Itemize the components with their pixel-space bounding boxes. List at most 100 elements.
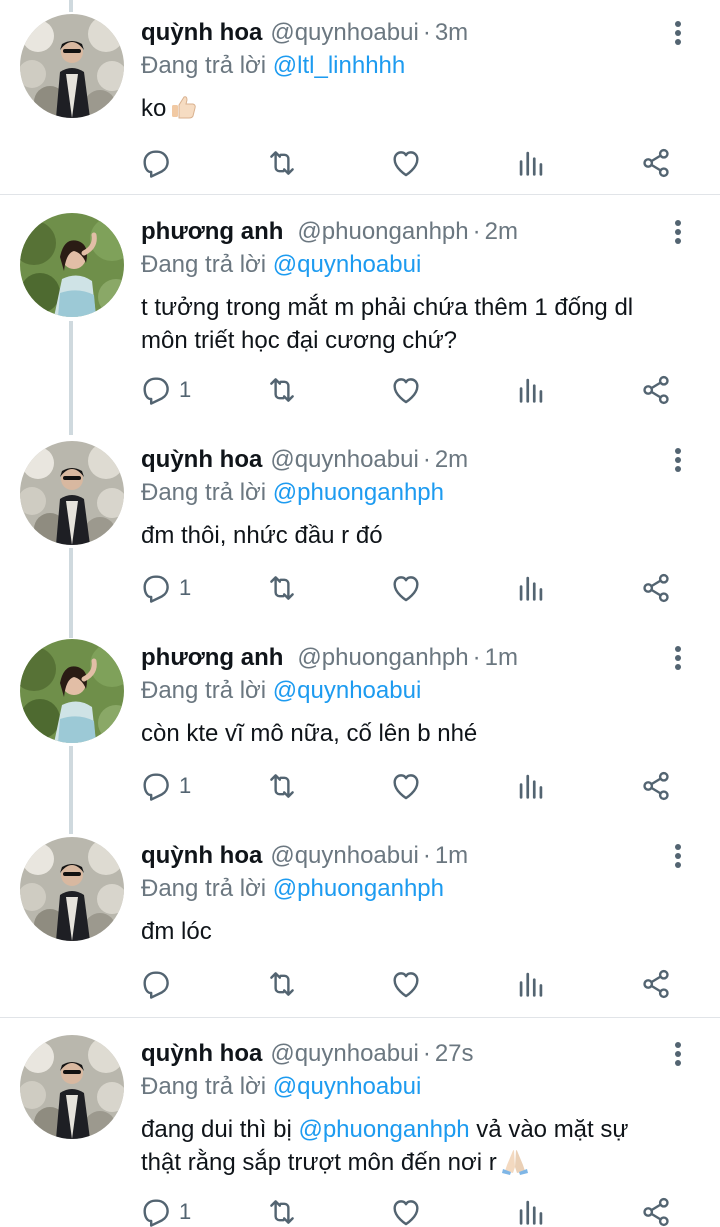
retweet-icon xyxy=(265,769,299,803)
avatar[interactable] xyxy=(20,1035,124,1139)
analytics-icon xyxy=(514,571,548,605)
timestamp[interactable]: 2m xyxy=(485,218,518,245)
like-button[interactable] xyxy=(389,766,423,806)
display-name[interactable]: quỳnh hoa xyxy=(141,446,262,473)
avatar[interactable] xyxy=(20,441,124,545)
replying-to-label: Đang trả lời xyxy=(141,251,267,278)
like-button[interactable] xyxy=(389,143,423,183)
share-button[interactable] xyxy=(639,964,673,1004)
share-button[interactable] xyxy=(639,1192,673,1227)
reply-button[interactable] xyxy=(139,964,179,1004)
display-name[interactable]: quỳnh hoa xyxy=(141,1040,262,1067)
more-options-icon[interactable] xyxy=(668,1039,688,1069)
avatar[interactable] xyxy=(20,837,124,941)
mention-link[interactable]: @phuonganhph xyxy=(298,1116,469,1143)
views-button[interactable] xyxy=(514,143,548,183)
more-options-icon[interactable] xyxy=(668,217,688,247)
reply-button[interactable]: 1 xyxy=(139,568,191,608)
thumbs-up-icon xyxy=(170,93,198,121)
views-button[interactable] xyxy=(514,964,548,1004)
mention-link[interactable]: @ltl_linhhhh xyxy=(273,52,405,79)
more-options-icon[interactable] xyxy=(668,18,688,48)
reply-icon xyxy=(139,146,173,180)
user-handle[interactable]: @phuonganhph xyxy=(297,218,468,245)
share-icon xyxy=(639,373,673,407)
retweet-button[interactable] xyxy=(265,766,299,806)
analytics-icon xyxy=(514,373,548,407)
reply-button[interactable]: 1 xyxy=(139,766,191,806)
more-options-icon[interactable] xyxy=(668,841,688,871)
timestamp[interactable]: 2m xyxy=(435,446,468,473)
more-options-icon[interactable] xyxy=(668,445,688,475)
user-handle[interactable]: @phuonganhph xyxy=(297,644,468,671)
like-button[interactable] xyxy=(389,370,423,410)
user-handle[interactable]: @quynhoabui xyxy=(270,446,418,473)
display-name[interactable]: phương anh xyxy=(141,644,283,671)
action-bar: 1 xyxy=(0,370,720,410)
tweet-text: t tưởng trong mắt m phải chứa thêm 1 đốn… xyxy=(141,294,634,354)
tweet-text: đang dui thì bị @phuonganhph vả vào mặt … xyxy=(141,1113,671,1179)
more-options-icon[interactable] xyxy=(668,643,688,673)
tweet[interactable]: quỳnh hoa @quynhoabui · 2m Đang trả lời @ph… xyxy=(0,427,720,627)
display-name[interactable]: phương anh xyxy=(141,218,283,245)
reply-button[interactable] xyxy=(139,143,179,183)
mention-link[interactable]: @quynhoabui xyxy=(273,1073,421,1100)
retweet-icon xyxy=(265,967,299,1001)
mention-link[interactable]: @quynhoabui xyxy=(273,251,421,278)
mention-link[interactable]: @phuonganhph xyxy=(273,875,444,902)
retweet-button[interactable] xyxy=(265,964,299,1004)
user-handle[interactable]: @quynhoabui xyxy=(270,842,418,869)
retweet-icon xyxy=(265,146,299,180)
avatar[interactable] xyxy=(20,213,124,317)
reply-icon xyxy=(139,769,173,803)
tweet[interactable]: phương anh @phuonganhph · 1m Đang trả lời @… xyxy=(0,625,720,825)
timestamp[interactable]: 1m xyxy=(435,842,468,869)
tweet[interactable]: quỳnh hoa @quynhoabui · 3m Đang trả lời @lt… xyxy=(0,0,720,194)
separator-dot: · xyxy=(422,446,431,473)
timestamp[interactable]: 3m xyxy=(435,19,468,46)
separator-dot: · xyxy=(422,842,431,869)
heart-icon xyxy=(389,967,423,1001)
share-icon xyxy=(639,146,673,180)
retweet-button[interactable] xyxy=(265,568,299,608)
heart-icon xyxy=(389,769,423,803)
reply-button[interactable]: 1 xyxy=(139,1192,191,1227)
share-button[interactable] xyxy=(639,766,673,806)
heart-icon xyxy=(389,571,423,605)
action-bar: 1 xyxy=(0,1192,720,1227)
views-button[interactable] xyxy=(514,370,548,410)
share-button[interactable] xyxy=(639,143,673,183)
user-handle[interactable]: @quynhoabui xyxy=(270,1040,418,1067)
like-button[interactable] xyxy=(389,1192,423,1227)
views-button[interactable] xyxy=(514,1192,548,1227)
tweet[interactable]: phương anh @phuonganhph · 2m Đang trả lời @… xyxy=(0,199,720,421)
views-button[interactable] xyxy=(514,568,548,608)
retweet-button[interactable] xyxy=(265,370,299,410)
tweet-text-part: đang dui thì bị xyxy=(141,1116,299,1143)
heart-icon xyxy=(389,146,423,180)
reply-button[interactable]: 1 xyxy=(139,370,191,410)
timestamp[interactable]: 27s xyxy=(435,1040,474,1067)
timestamp[interactable]: 1m xyxy=(485,644,518,671)
display-name[interactable]: quỳnh hoa xyxy=(141,842,262,869)
like-button[interactable] xyxy=(389,964,423,1004)
retweet-button[interactable] xyxy=(265,1192,299,1227)
tweet[interactable]: quỳnh hoa @quynhoabui · 1m Đang trả lời @ph… xyxy=(0,823,720,1017)
replying-to: Đang trả lời @phuonganhph xyxy=(141,478,444,508)
action-bar: 1 xyxy=(0,766,720,806)
avatar[interactable] xyxy=(20,14,124,118)
tweet[interactable]: quỳnh hoa @quynhoabui · 27s Đang trả lời @q… xyxy=(0,1021,720,1227)
retweet-button[interactable] xyxy=(265,143,299,183)
user-handle[interactable]: @quynhoabui xyxy=(270,19,418,46)
display-name[interactable]: quỳnh hoa xyxy=(141,19,262,46)
like-button[interactable] xyxy=(389,568,423,608)
action-bar xyxy=(0,964,720,1004)
mention-link[interactable]: @phuonganhph xyxy=(273,479,444,506)
avatar[interactable] xyxy=(20,639,124,743)
mention-link[interactable]: @quynhoabui xyxy=(273,677,421,704)
views-button[interactable] xyxy=(514,766,548,806)
analytics-icon xyxy=(514,769,548,803)
share-button[interactable] xyxy=(639,370,673,410)
replying-to: Đang trả lời @quynhoabui xyxy=(141,1072,421,1102)
share-button[interactable] xyxy=(639,568,673,608)
